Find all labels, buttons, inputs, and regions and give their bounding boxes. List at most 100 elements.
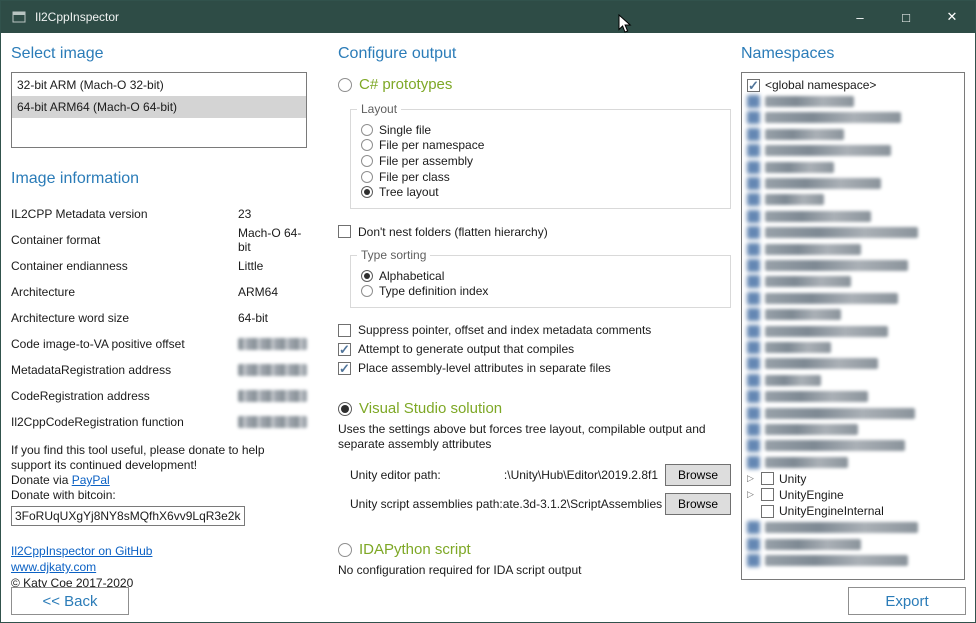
separate-attribute-files-checkbox[interactable]: Place assembly-level attributes in separ…: [338, 361, 736, 375]
namespace-row-redacted[interactable]: [745, 438, 961, 454]
checkbox-redacted[interactable]: [747, 111, 760, 124]
back-button[interactable]: << Back: [11, 587, 129, 615]
namespace-row-unityengine[interactable]: ▷ UnityEngine: [745, 487, 961, 503]
namespace-row-redacted[interactable]: [745, 454, 961, 470]
checkbox-redacted[interactable]: [747, 292, 760, 305]
radio-icon[interactable]: [361, 155, 373, 167]
compilable-output-checkbox[interactable]: Attempt to generate output that compiles: [338, 342, 736, 356]
namespace-row-redacted[interactable]: [745, 241, 961, 257]
layout-option-file-per-namespace[interactable]: File per namespace: [361, 138, 722, 154]
list-item-64bit-arm64[interactable]: 64-bit ARM64 (Mach-O 64-bit): [12, 96, 306, 118]
checkbox-redacted[interactable]: [747, 390, 760, 403]
radio-icon[interactable]: [338, 78, 352, 92]
unity-script-assemblies-value[interactable]: ate.3d-3.1.2\ScriptAssemblies: [503, 497, 665, 511]
paypal-link[interactable]: PayPal: [72, 473, 110, 488]
checkbox-redacted[interactable]: [747, 144, 760, 157]
radio-icon[interactable]: [361, 139, 373, 151]
namespace-row-unity[interactable]: ▷ Unity: [745, 470, 961, 486]
namespace-row-redacted[interactable]: [745, 143, 961, 159]
radio-icon[interactable]: [361, 270, 373, 282]
list-item-32bit-arm[interactable]: 32-bit ARM (Mach-O 32-bit): [12, 74, 306, 96]
namespaces-list[interactable]: <global namespace> ▷ Unity ▷ UnityEngine: [741, 72, 965, 580]
unity-editor-path-value[interactable]: :\Unity\Hub\Editor\2019.2.8f1: [441, 468, 665, 482]
namespace-row-redacted[interactable]: [745, 372, 961, 388]
namespace-row-redacted[interactable]: [745, 110, 961, 126]
sorting-option-type-definition-index[interactable]: Type definition index: [361, 284, 722, 300]
checkbox-redacted[interactable]: [747, 226, 760, 239]
github-link[interactable]: Il2CppInspector on GitHub: [11, 543, 152, 559]
checkbox-redacted[interactable]: [747, 95, 760, 108]
namespace-row-redacted[interactable]: [745, 552, 961, 568]
namespace-row-redacted[interactable]: [745, 274, 961, 290]
namespace-row-redacted[interactable]: [745, 93, 961, 109]
namespace-row-redacted[interactable]: [745, 126, 961, 142]
namespace-row-redacted[interactable]: [745, 192, 961, 208]
checkbox-redacted[interactable]: [747, 210, 760, 223]
expander-icon[interactable]: ▷: [747, 490, 756, 499]
checkbox-redacted[interactable]: [747, 177, 760, 190]
radio-icon[interactable]: [361, 124, 373, 136]
checkbox-redacted[interactable]: [747, 275, 760, 288]
checkbox-redacted[interactable]: [747, 521, 760, 534]
layout-option-tree-layout[interactable]: Tree layout: [361, 184, 722, 200]
checkbox-icon[interactable]: [338, 225, 351, 238]
namespace-row-redacted[interactable]: [745, 339, 961, 355]
namespace-row-redacted[interactable]: [745, 175, 961, 191]
radio-icon[interactable]: [361, 171, 373, 183]
checkbox-redacted[interactable]: [747, 243, 760, 256]
checkbox-icon[interactable]: [761, 505, 774, 518]
radio-icon[interactable]: [361, 285, 373, 297]
namespace-row-redacted[interactable]: [745, 520, 961, 536]
namespace-row-redacted[interactable]: [745, 225, 961, 241]
csharp-prototypes-radio[interactable]: C# prototypes: [338, 76, 736, 93]
checkbox-redacted[interactable]: [747, 308, 760, 321]
idapython-script-radio[interactable]: IDAPython script: [338, 541, 736, 558]
checkbox-redacted[interactable]: [747, 374, 760, 387]
layout-option-file-per-assembly[interactable]: File per assembly: [361, 153, 722, 169]
export-button[interactable]: Export: [848, 587, 966, 615]
close-icon[interactable]: ✕: [929, 1, 975, 33]
namespace-row-redacted[interactable]: [745, 388, 961, 404]
checkbox-icon[interactable]: [747, 79, 760, 92]
checkbox-redacted[interactable]: [747, 161, 760, 174]
website-link[interactable]: www.djkaty.com: [11, 559, 96, 575]
flatten-hierarchy-checkbox[interactable]: Don't nest folders (flatten hierarchy): [338, 225, 736, 239]
checkbox-redacted[interactable]: [747, 259, 760, 272]
image-listbox[interactable]: 32-bit ARM (Mach-O 32-bit) 64-bit ARM64 …: [11, 72, 307, 148]
namespace-row-redacted[interactable]: [745, 536, 961, 552]
namespace-row-redacted[interactable]: [745, 323, 961, 339]
suppress-metadata-comments-checkbox[interactable]: Suppress pointer, offset and index metad…: [338, 323, 736, 337]
namespace-row-redacted[interactable]: [745, 257, 961, 273]
checkbox-redacted[interactable]: [747, 456, 760, 469]
checkbox-redacted[interactable]: [747, 407, 760, 420]
namespace-row-redacted[interactable]: [745, 356, 961, 372]
checkbox-redacted[interactable]: [747, 554, 760, 567]
layout-option-file-per-class[interactable]: File per class: [361, 169, 722, 185]
checkbox-redacted[interactable]: [747, 357, 760, 370]
checkbox-icon[interactable]: [761, 488, 774, 501]
browse-script-assemblies-button[interactable]: Browse: [665, 493, 731, 515]
radio-icon[interactable]: [361, 186, 373, 198]
checkbox-redacted[interactable]: [747, 423, 760, 436]
checkbox-icon[interactable]: [338, 324, 351, 337]
checkbox-redacted[interactable]: [747, 325, 760, 338]
checkbox-redacted[interactable]: [747, 128, 760, 141]
namespace-row-redacted[interactable]: [745, 405, 961, 421]
minimize-icon[interactable]: –: [837, 1, 883, 33]
checkbox-icon[interactable]: [338, 343, 351, 356]
namespace-row-redacted[interactable]: [745, 290, 961, 306]
expander-icon[interactable]: ▷: [747, 474, 756, 483]
namespace-row-redacted[interactable]: [745, 421, 961, 437]
radio-icon[interactable]: [338, 402, 352, 416]
radio-icon[interactable]: [338, 543, 352, 557]
sorting-option-alphabetical[interactable]: Alphabetical: [361, 268, 722, 284]
visual-studio-solution-radio[interactable]: Visual Studio solution: [338, 400, 736, 417]
bitcoin-address-input[interactable]: [11, 506, 245, 526]
checkbox-redacted[interactable]: [747, 193, 760, 206]
layout-option-single-file[interactable]: Single file: [361, 122, 722, 138]
namespace-row-redacted[interactable]: [745, 208, 961, 224]
maximize-icon[interactable]: □: [883, 1, 929, 33]
browse-unity-editor-button[interactable]: Browse: [665, 464, 731, 486]
checkbox-icon[interactable]: [761, 472, 774, 485]
checkbox-redacted[interactable]: [747, 538, 760, 551]
